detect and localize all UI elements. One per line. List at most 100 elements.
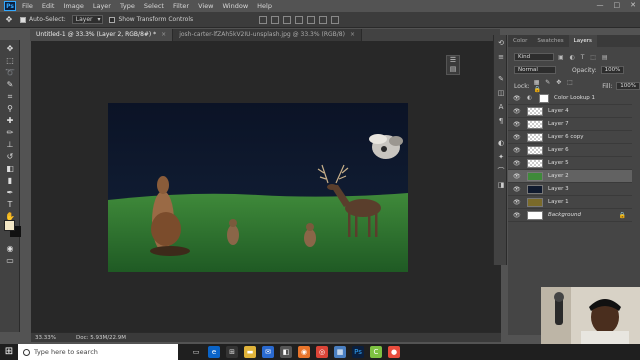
menu-select[interactable]: Select [144, 2, 164, 10]
tab-layers[interactable]: Layers [568, 35, 597, 47]
properties-toggle-icon[interactable]: ☰ ▤ [446, 55, 460, 75]
layer-row-layer-4[interactable]: 👁 Layer 4 [508, 105, 632, 118]
firefox-icon[interactable]: ◉ [298, 346, 310, 358]
distribute-icon[interactable] [331, 15, 340, 24]
move-tool-icon[interactable]: ✥ [4, 15, 14, 25]
foreground-color-swatch[interactable] [4, 220, 15, 231]
layer-row-layer-3[interactable]: 👁 Layer 3 [508, 183, 632, 196]
gradient-tool-icon[interactable]: ▮ [4, 176, 16, 186]
menu-window[interactable]: Window [223, 2, 249, 10]
visibility-eye-icon[interactable]: 👁 [513, 95, 521, 102]
close-tab-icon[interactable]: × [350, 31, 355, 38]
menu-edit[interactable]: Edit [42, 2, 55, 10]
type-tool-icon[interactable]: T [4, 200, 16, 210]
align-top-icon[interactable] [295, 15, 304, 24]
document-canvas[interactable] [108, 103, 408, 272]
visibility-eye-icon[interactable]: 👁 [513, 121, 521, 128]
zoom-level[interactable]: 33.33% [35, 335, 56, 341]
task-view-icon[interactable]: ▭ [190, 346, 202, 358]
align-bottom-icon[interactable] [319, 15, 328, 24]
menu-file[interactable]: File [22, 2, 33, 10]
taskbar-search-field[interactable]: Type here to search [18, 344, 178, 360]
chrome-icon[interactable]: ◎ [316, 346, 328, 358]
adjustments-panel-icon[interactable]: ◐ [496, 139, 506, 148]
history-brush-icon[interactable]: ↺ [4, 152, 16, 162]
menu-help[interactable]: Help [257, 2, 272, 10]
align-middle-icon[interactable] [307, 15, 316, 24]
recorder-icon[interactable]: ● [388, 346, 400, 358]
media-icon[interactable]: ◧ [280, 346, 292, 358]
align-center-icon[interactable] [271, 15, 280, 24]
eraser-tool-icon[interactable]: ◧ [4, 164, 16, 174]
blend-mode-dropdown[interactable]: Normal [514, 66, 556, 74]
visibility-eye-icon[interactable]: 👁 [513, 212, 521, 219]
opacity-field[interactable]: 100% [600, 66, 625, 74]
layer-row-background[interactable]: 👁 Background 🔒 [508, 209, 632, 222]
windows-start-icon[interactable]: ⊞ [0, 344, 18, 360]
pen-tool-icon[interactable]: ✒ [4, 188, 16, 198]
app-icon[interactable]: ▦ [334, 346, 346, 358]
photoshop-taskbar-icon[interactable]: Ps [352, 346, 364, 358]
paragraph-panel-icon[interactable]: ¶ [496, 117, 506, 126]
align-left-icon[interactable] [259, 15, 268, 24]
tab-swatches[interactable]: Swatches [532, 35, 568, 47]
edge-icon[interactable]: e [208, 346, 220, 358]
properties-panel-icon[interactable]: ≡ [496, 53, 506, 62]
menu-filter[interactable]: Filter [173, 2, 189, 10]
layer-row-layer-6[interactable]: 👁 Layer 6 [508, 144, 632, 157]
layer-row-layer-1[interactable]: 👁 Layer 1 [508, 196, 632, 209]
file-explorer-icon[interactable]: ▬ [244, 346, 256, 358]
lock-icons[interactable]: ▦ ✎ ✥ ⬚ 🔒 [534, 79, 583, 93]
menu-view[interactable]: View [198, 2, 213, 10]
move-tool-icon[interactable]: ✥ [4, 44, 16, 54]
visibility-eye-icon[interactable]: 👁 [513, 160, 521, 167]
crop-tool-icon[interactable]: ⌗ [4, 92, 16, 102]
layer-row-layer-5[interactable]: 👁 Layer 5 [508, 157, 632, 170]
character-panel-icon[interactable]: A [496, 103, 506, 112]
styles-panel-icon[interactable]: ✦ [496, 153, 506, 162]
stamp-tool-icon[interactable]: ⊥ [4, 140, 16, 150]
maximize-button[interactable]: □ [614, 1, 621, 9]
visibility-eye-icon[interactable]: 👁 [513, 147, 521, 154]
auto-select-checkbox[interactable] [20, 16, 26, 23]
layer-row-layer-2[interactable]: 👁 Layer 2 [508, 170, 632, 183]
align-right-icon[interactable] [283, 15, 292, 24]
menu-image[interactable]: Image [63, 2, 83, 10]
tab-josh-carter[interactable]: josh-carter-lfZAh5kV2IU-unsplash.jpg @ 3… [173, 29, 362, 41]
close-button[interactable]: ✕ [630, 1, 636, 9]
camtasia-icon[interactable]: C [370, 346, 382, 358]
screen-mode-icon[interactable]: ▭ [4, 256, 16, 266]
show-transform-checkbox[interactable] [109, 16, 116, 23]
store-icon[interactable]: ⊞ [226, 346, 238, 358]
menu-layer[interactable]: Layer [93, 2, 111, 10]
show-transform-option[interactable]: Show Transform Controls [109, 16, 193, 23]
paths-panel-icon[interactable]: ⌒ [496, 167, 506, 176]
visibility-eye-icon[interactable]: 👁 [513, 173, 521, 180]
mail-icon[interactable]: ✉ [262, 346, 274, 358]
tab-untitled-1[interactable]: Untitled-1 @ 33.3% (Layer 2, RGB/8#) * × [30, 29, 174, 41]
lasso-tool-icon[interactable]: ➰ [4, 68, 16, 78]
tab-color[interactable]: Color [508, 35, 532, 47]
close-tab-icon[interactable]: × [161, 31, 166, 38]
quick-mask-icon[interactable]: ◉ [4, 244, 16, 254]
visibility-eye-icon[interactable]: 👁 [513, 108, 521, 115]
kind-filter-dropdown[interactable]: Kind [514, 53, 554, 61]
healing-tool-icon[interactable]: ✚ [4, 116, 16, 126]
menu-type[interactable]: Type [120, 2, 135, 10]
brush-tool-icon[interactable]: ✏ [4, 128, 16, 138]
history-panel-icon[interactable]: ⟲ [496, 39, 506, 48]
quick-select-tool-icon[interactable]: ✎ [4, 80, 16, 90]
layer-row-layer-7[interactable]: 👁 Layer 7 [508, 118, 632, 131]
visibility-eye-icon[interactable]: 👁 [513, 134, 521, 141]
brush-panel-icon[interactable]: ✎ [496, 75, 506, 84]
channels-panel-icon[interactable]: ◨ [496, 181, 506, 190]
auto-select-dropdown[interactable]: Layer [71, 15, 104, 24]
marquee-tool-icon[interactable]: ⬚ [4, 56, 16, 66]
visibility-eye-icon[interactable]: 👁 [513, 199, 521, 206]
clone-panel-icon[interactable]: ◫ [496, 89, 506, 98]
layer-row-color-lookup[interactable]: 👁 ◐ Color Lookup 1 [508, 92, 632, 105]
minimize-button[interactable]: — [597, 1, 604, 9]
layer-row-layer-6-copy[interactable]: 👁 Layer 6 copy [508, 131, 632, 144]
auto-select-option[interactable]: Auto-Select: [20, 16, 66, 23]
fill-field[interactable]: 100% [616, 82, 640, 90]
